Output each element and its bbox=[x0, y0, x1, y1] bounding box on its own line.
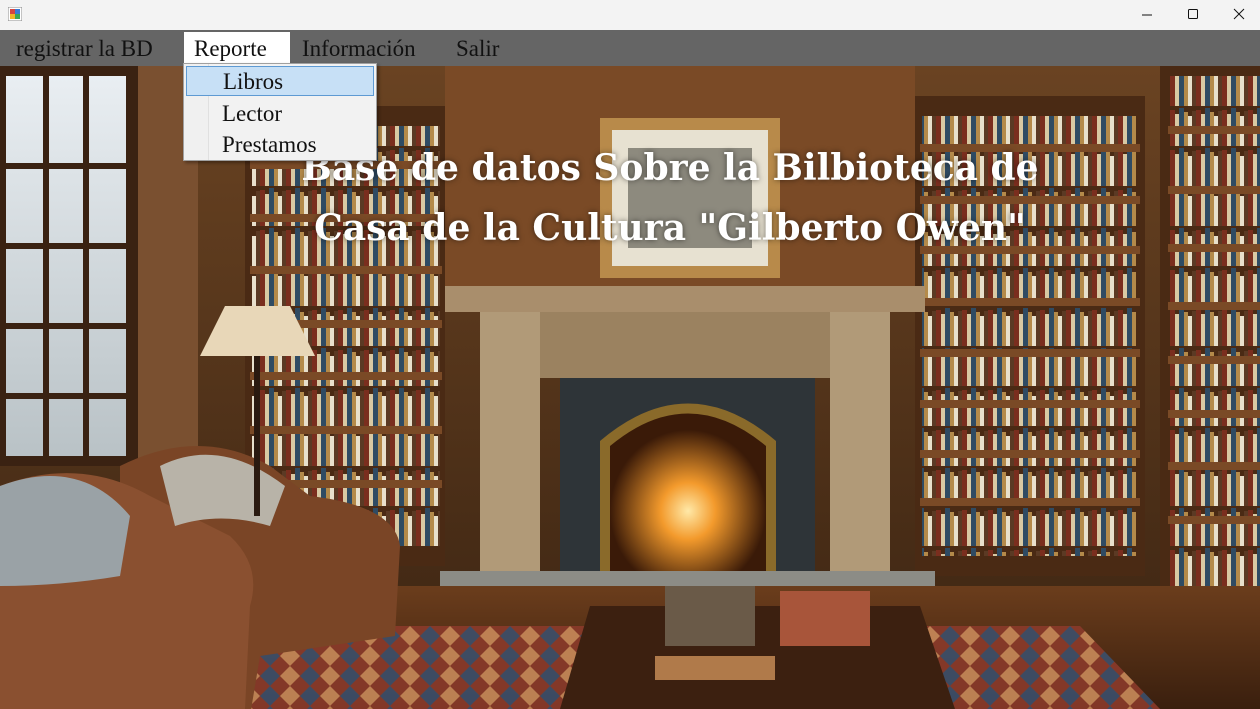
menu-reporte[interactable]: Reporte bbox=[184, 32, 290, 64]
menu-item-libros[interactable]: Libros bbox=[186, 66, 374, 96]
close-button[interactable] bbox=[1216, 0, 1260, 30]
menu-salir[interactable]: Salir bbox=[446, 32, 509, 64]
reporte-dropdown: Libros Lector Prestamos bbox=[183, 63, 377, 161]
maximize-button[interactable] bbox=[1170, 0, 1216, 30]
menu-item-lector[interactable]: Lector bbox=[186, 98, 374, 128]
close-icon bbox=[1233, 8, 1245, 20]
menu-informacion[interactable]: Información bbox=[292, 32, 426, 64]
menu-registrar[interactable]: registrar la BD bbox=[6, 32, 163, 64]
minimize-icon bbox=[1142, 14, 1152, 16]
menu-bar: registrar la BD Reporte Información Sali… bbox=[0, 30, 1260, 66]
maximize-icon bbox=[1188, 9, 1198, 19]
app-icon bbox=[8, 7, 22, 21]
menu-item-prestamos[interactable]: Prestamos bbox=[186, 129, 374, 159]
title-line-2: Casa de la Cultura "Gilberto Owen" bbox=[314, 207, 1026, 249]
minimize-button[interactable] bbox=[1124, 0, 1170, 30]
title-bar bbox=[0, 0, 1260, 30]
